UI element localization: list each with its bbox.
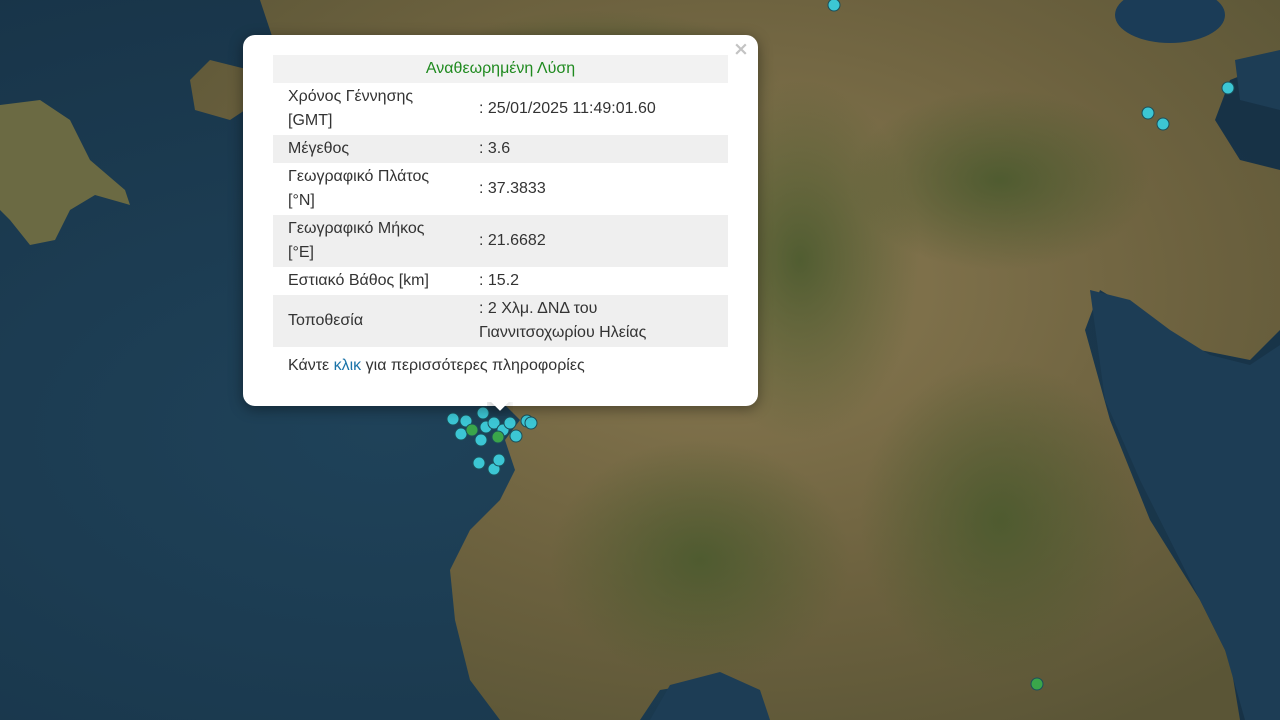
earthquake-marker-green[interactable] [1030,677,1044,691]
more-info-link[interactable]: κλικ [334,357,362,374]
location-value: : 2 Χλμ. ΔΝΔ του Γιαννιτσοχωρίου Ηλείας [451,295,728,347]
earthquake-marker-green[interactable] [465,423,479,437]
close-icon[interactable]: × [732,39,750,59]
earthquake-marker[interactable] [1141,106,1155,120]
popup-tip [487,402,513,416]
longitude-label: Γεωγραφικό Μήκος [°E] [273,215,451,267]
table-row: Γεωγραφικό Πλάτος [°N] : 37.3833 [273,163,728,215]
table-row: Γεωγραφικό Μήκος [°E] : 21.6682 [273,215,728,267]
earthquake-marker[interactable] [474,433,488,447]
origin-time-label: Χρόνος Γέννησης [GMT] [288,88,414,129]
forest-patch [550,440,850,680]
earthquake-marker[interactable] [472,456,486,470]
table-row: Τοποθεσία : 2 Χλμ. ΔΝΔ του Γιαννιτσοχωρί… [273,295,728,347]
more-info-suffix: για περισσότερες πληροφορίες [361,357,585,374]
forest-patch [850,90,1150,270]
latitude-value: : 37.3833 [479,180,546,197]
earthquake-marker-green[interactable] [491,430,505,444]
earthquake-marker[interactable] [454,427,468,441]
table-row: Εστιακό Βάθος [km] : 15.2 [273,267,728,295]
earthquake-marker[interactable] [827,0,841,12]
forest-patch [860,360,1140,680]
depth-label: Εστιακό Βάθος [km] [288,272,429,289]
earthquake-marker[interactable] [446,412,460,426]
earthquake-marker[interactable] [492,453,506,467]
popup-title-row: Αναθεωρημένη Λύση [273,55,728,83]
longitude-value: : 21.6682 [451,215,728,267]
popup-title: Αναθεωρημένη Λύση [273,55,728,83]
earthquake-info-popup: × Αναθεωρημένη Λύση Χρόνος Γέννησης [GMT… [243,35,758,406]
magnitude-value: : 3.6 [451,135,728,163]
origin-time-value: : 25/01/2025 11:49:01.60 [479,100,656,117]
earthquake-details-table: Αναθεωρημένη Λύση Χρόνος Γέννησης [GMT] … [273,55,728,347]
earthquake-marker[interactable] [524,416,538,430]
earthquake-marker[interactable] [503,416,517,430]
depth-value: : 15.2 [479,272,520,289]
more-info-text: Κάντε κλικ για περισσότερες πληροφορίες [288,357,585,375]
more-info-prefix: Κάντε [288,357,334,374]
table-row: Χρόνος Γέννησης [GMT] : 25/01/2025 11:49… [273,83,728,135]
earthquake-marker[interactable] [1221,81,1235,95]
table-row: Μέγεθος : 3.6 [273,135,728,163]
earthquake-marker[interactable] [509,429,523,443]
earthquake-marker[interactable] [1156,117,1170,131]
magnitude-label: Μέγεθος [273,135,451,163]
latitude-label: Γεωγραφικό Πλάτος [°N] [288,168,430,209]
location-label: Τοποθεσία [273,295,451,347]
